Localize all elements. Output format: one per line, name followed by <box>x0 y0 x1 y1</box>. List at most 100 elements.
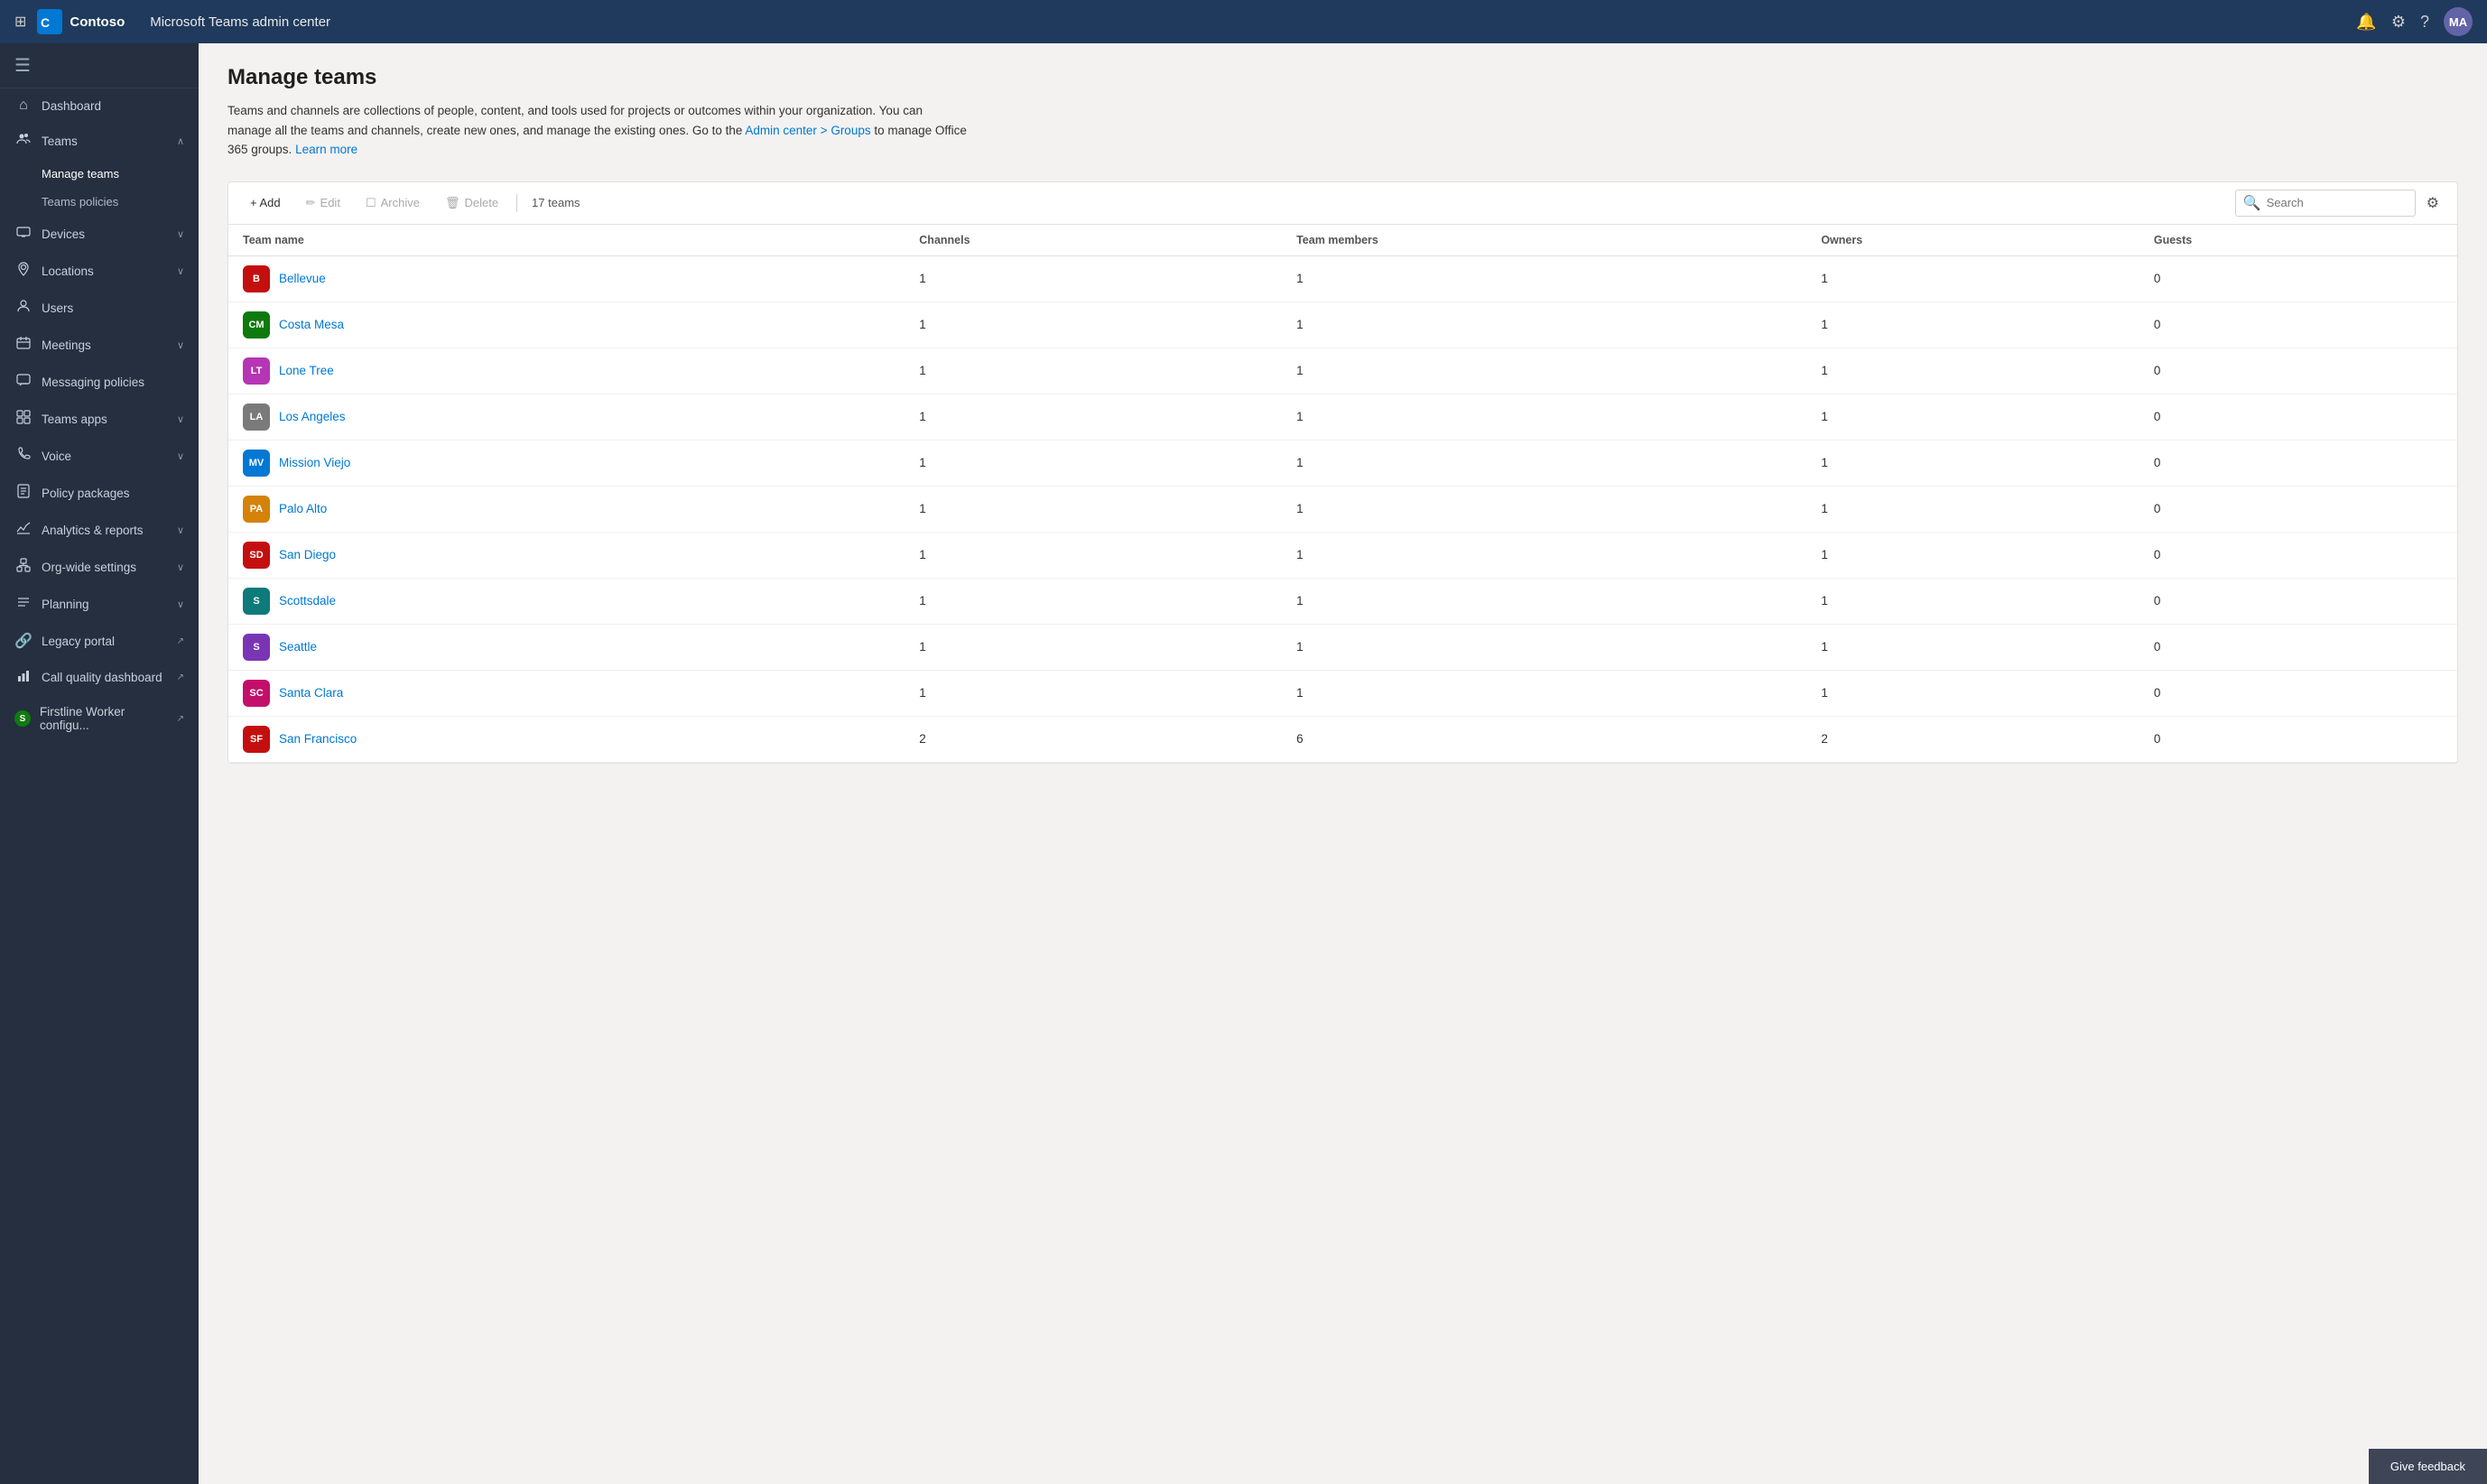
sidebar-item-legacy-portal[interactable]: 🔗 Legacy portal ↗ <box>0 623 199 659</box>
apps-icon <box>14 410 32 429</box>
channels-cell-7: 1 <box>905 578 1282 624</box>
firstline-label: Firstline Worker configu... <box>40 705 168 732</box>
team-cell-7: S Scottsdale <box>228 578 905 624</box>
members-cell-4: 1 <box>1282 440 1806 486</box>
meetings-icon <box>14 336 32 355</box>
members-cell-1: 1 <box>1282 301 1806 348</box>
team-link-5[interactable]: Palo Alto <box>279 502 327 515</box>
voice-label: Voice <box>42 450 168 463</box>
sidebar-item-devices[interactable]: Devices ∨ <box>0 216 199 253</box>
column-settings-icon[interactable]: ⚙ <box>2419 190 2446 216</box>
cq-external-icon: ↗ <box>177 672 184 682</box>
sidebar-item-dashboard[interactable]: ⌂ Dashboard <box>0 88 199 123</box>
team-link-3[interactable]: Los Angeles <box>279 410 346 423</box>
owners-cell-1: 1 <box>1806 301 2139 348</box>
channels-cell-10: 2 <box>905 716 1282 762</box>
members-cell-8: 1 <box>1282 624 1806 670</box>
col-owners: Owners <box>1806 225 2139 256</box>
owners-cell-0: 1 <box>1806 255 2139 301</box>
sidebar-item-teams-apps[interactable]: Teams apps ∨ <box>0 401 199 438</box>
channels-cell-0: 1 <box>905 255 1282 301</box>
sidebar: ☰ ⌂ Dashboard Teams ∧ Manage teams Teams… <box>0 43 199 1484</box>
edit-button[interactable]: ✏ Edit <box>295 190 351 216</box>
teams-table-container: Team name Channels Team members Owners G… <box>227 224 2458 764</box>
channels-cell-5: 1 <box>905 486 1282 532</box>
settings-icon[interactable]: ⚙ <box>2391 13 2406 32</box>
team-avatar-1: CM <box>243 311 270 339</box>
admin-center-link[interactable]: Admin center > Groups <box>745 124 870 137</box>
teams-table: Team name Channels Team members Owners G… <box>228 225 2457 763</box>
team-link-8[interactable]: Seattle <box>279 640 317 654</box>
members-cell-5: 1 <box>1282 486 1806 532</box>
table-row: SF San Francisco 2 6 2 0 <box>228 716 2457 762</box>
members-cell-6: 1 <box>1282 532 1806 578</box>
team-link-9[interactable]: Santa Clara <box>279 686 343 700</box>
layout: ☰ ⌂ Dashboard Teams ∧ Manage teams Teams… <box>0 43 2487 1484</box>
teams-apps-label: Teams apps <box>42 413 168 426</box>
table-row: SC Santa Clara 1 1 1 0 <box>228 670 2457 716</box>
sidebar-item-locations[interactable]: Locations ∨ <box>0 253 199 290</box>
table-row: LT Lone Tree 1 1 1 0 <box>228 348 2457 394</box>
sidebar-item-analytics[interactable]: Analytics & reports ∨ <box>0 512 199 549</box>
sidebar-item-call-quality[interactable]: Call quality dashboard ↗ <box>0 659 199 696</box>
sidebar-item-org-settings[interactable]: Org-wide settings ∨ <box>0 549 199 586</box>
team-cell-8: S Seattle <box>228 624 905 670</box>
user-avatar[interactable]: MA <box>2444 7 2473 36</box>
team-cell-6: SD San Diego <box>228 532 905 578</box>
teams-chevron: ∧ <box>177 135 184 147</box>
col-team-members: Team members <box>1282 225 1806 256</box>
org-icon <box>14 558 32 577</box>
legacy-portal-label: Legacy portal <box>42 635 168 648</box>
delete-button[interactable]: 🗑 Delete <box>434 190 509 216</box>
sidebar-toggle[interactable]: ☰ <box>0 43 199 88</box>
team-link-7[interactable]: Scottsdale <box>279 594 336 608</box>
table-header-row: Team name Channels Team members Owners G… <box>228 225 2457 256</box>
teams-submenu: Manage teams Teams policies <box>0 160 199 216</box>
sidebar-item-teams[interactable]: Teams ∧ <box>0 123 199 160</box>
sidebar-item-voice[interactable]: Voice ∨ <box>0 438 199 475</box>
sidebar-item-policy-packages[interactable]: Policy packages <box>0 475 199 512</box>
sidebar-item-manage-teams[interactable]: Manage teams <box>42 160 199 188</box>
sidebar-item-messaging-policies[interactable]: Messaging policies <box>0 364 199 401</box>
feedback-button[interactable]: Give feedback <box>2369 1449 2487 1484</box>
voice-icon <box>14 447 32 466</box>
team-link-0[interactable]: Bellevue <box>279 272 326 285</box>
owners-cell-2: 1 <box>1806 348 2139 394</box>
devices-icon <box>14 225 32 244</box>
team-link-6[interactable]: San Diego <box>279 548 336 561</box>
help-icon[interactable]: ? <box>2420 13 2429 32</box>
legacy-icon: 🔗 <box>14 632 32 650</box>
team-avatar-3: LA <box>243 403 270 431</box>
members-cell-10: 6 <box>1282 716 1806 762</box>
sidebar-item-planning[interactable]: Planning ∨ <box>0 586 199 623</box>
voice-chevron: ∨ <box>177 450 184 462</box>
learn-more-link[interactable]: Learn more <box>295 143 357 156</box>
meetings-chevron: ∨ <box>177 339 184 351</box>
team-link-2[interactable]: Lone Tree <box>279 364 334 377</box>
archive-button[interactable]: ☐ Archive <box>355 190 431 216</box>
grid-icon[interactable]: ⊞ <box>14 13 26 31</box>
sidebar-item-teams-policies[interactable]: Teams policies <box>42 188 199 216</box>
team-link-4[interactable]: Mission Viejo <box>279 456 350 469</box>
team-cell-1: CM Costa Mesa <box>228 301 905 348</box>
channels-cell-1: 1 <box>905 301 1282 348</box>
add-button[interactable]: + Add <box>239 190 292 215</box>
sidebar-item-meetings[interactable]: Meetings ∨ <box>0 327 199 364</box>
users-label: Users <box>42 301 184 315</box>
sidebar-item-label: Dashboard <box>42 99 184 113</box>
users-icon <box>14 299 32 318</box>
policy-icon <box>14 484 32 503</box>
team-link-10[interactable]: San Francisco <box>279 732 357 746</box>
meetings-label: Meetings <box>42 339 168 352</box>
team-cell-2: LT Lone Tree <box>228 348 905 394</box>
channels-cell-3: 1 <box>905 394 1282 440</box>
notification-icon[interactable]: 🔔 <box>2356 13 2376 32</box>
sidebar-item-firstline[interactable]: S Firstline Worker configu... ↗ <box>0 696 199 741</box>
members-cell-9: 1 <box>1282 670 1806 716</box>
search-input[interactable] <box>2267 196 2408 209</box>
team-link-1[interactable]: Costa Mesa <box>279 318 344 331</box>
owners-cell-7: 1 <box>1806 578 2139 624</box>
sidebar-item-users[interactable]: Users <box>0 290 199 327</box>
search-icon: 🔍 <box>2243 194 2261 212</box>
svg-text:C: C <box>41 15 50 30</box>
